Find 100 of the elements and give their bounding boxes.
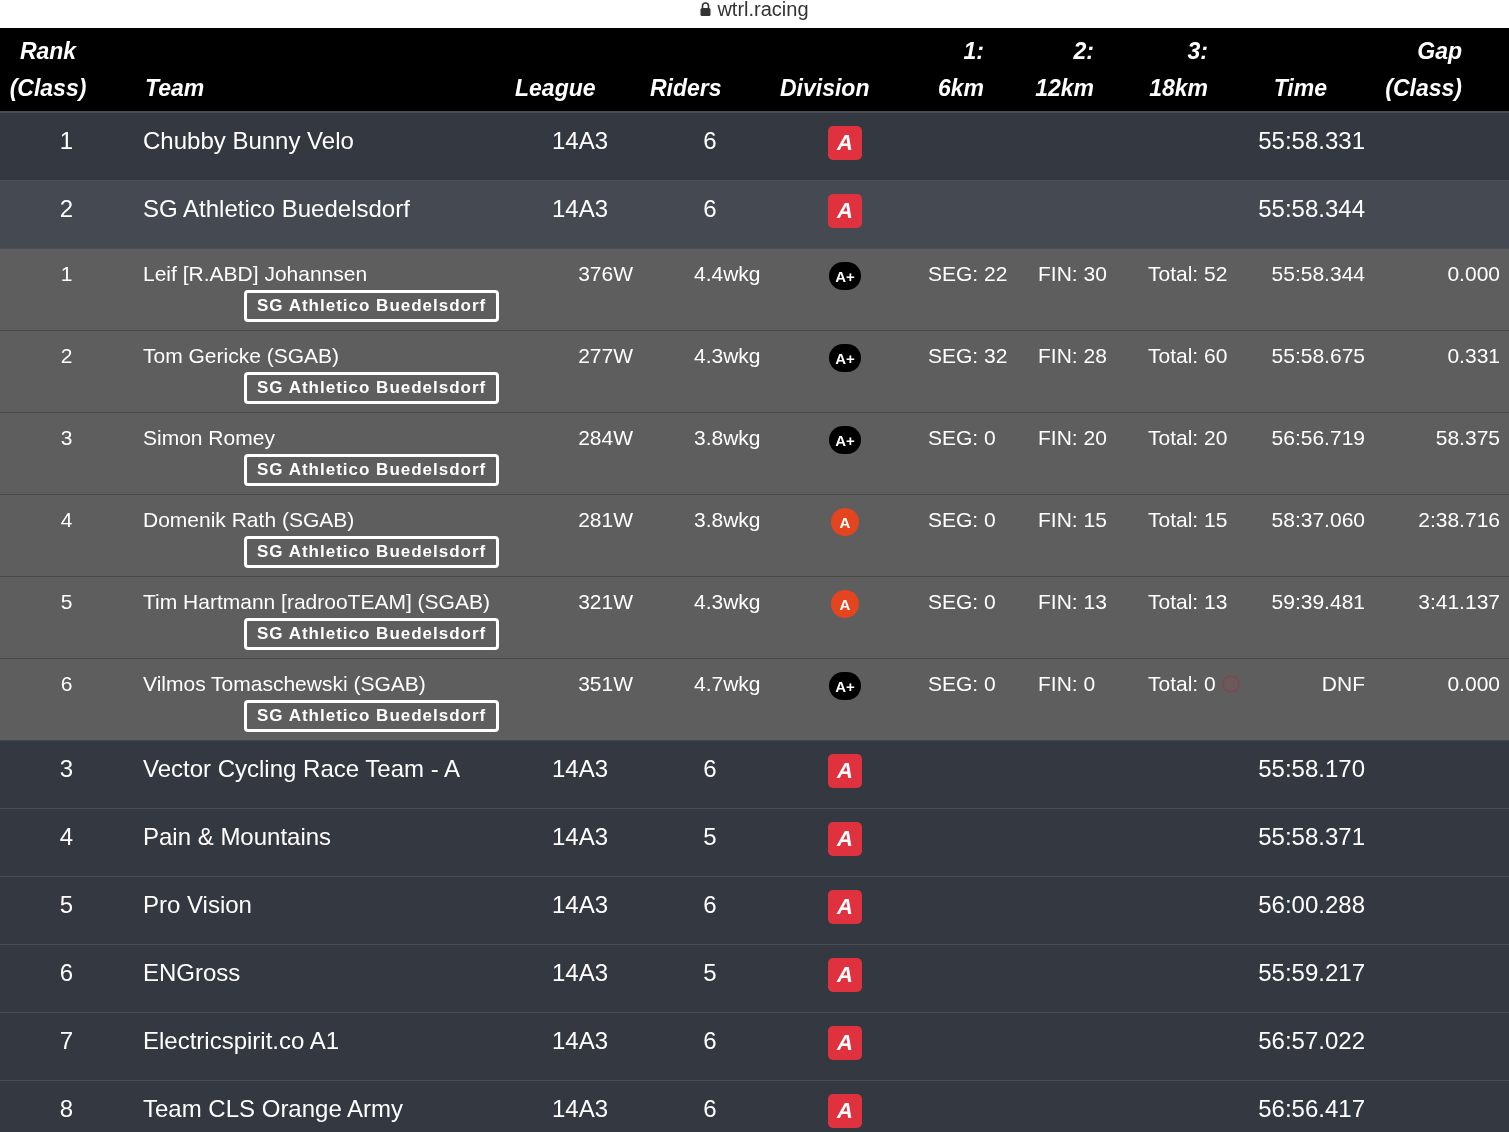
total-points: Total: 52 xyxy=(1148,262,1228,286)
time-cell-text: DNF xyxy=(1320,672,1366,696)
wkg-cell-text: 3.8wkg xyxy=(693,508,762,532)
time-cell-text: 55:58.371 xyxy=(1257,823,1366,851)
power-cell-text: 321W xyxy=(577,590,634,614)
division-badge: A xyxy=(828,754,862,788)
rank-cell-text: 4 xyxy=(59,508,74,532)
rank-cell-text: 7 xyxy=(58,1027,75,1055)
division-badge: A xyxy=(831,508,859,536)
gap-cell-text: 0.000 xyxy=(1446,672,1501,696)
power-cell-text: 277W xyxy=(577,344,634,368)
column-header[interactable]: 3: 18km xyxy=(1094,33,1208,111)
fin-points: FIN: 28 xyxy=(1038,344,1107,368)
wkg-cell-text: 4.3wkg xyxy=(693,344,762,368)
division-badge: A+ xyxy=(829,426,861,454)
fin-points: FIN: 30 xyxy=(1038,262,1107,286)
time-cell-text: 55:58.331 xyxy=(1257,127,1366,155)
riders-cell-text: 6 xyxy=(702,127,718,155)
riders-cell-text: 6 xyxy=(702,755,718,783)
column-header[interactable]: Gap (Class) xyxy=(1327,33,1462,111)
league-cell-text: 14A3 xyxy=(550,1027,610,1055)
gap-cell-text: 58.375 xyxy=(1434,426,1501,450)
wkg-cell-text: 4.3wkg xyxy=(693,590,762,614)
url-text[interactable]: wtrl.racing xyxy=(717,0,809,21)
column-header[interactable]: 1: 6km xyxy=(910,33,984,111)
rank-cell-text: 4 xyxy=(58,823,75,851)
team-tag: SG Athletico Buedelsdorf xyxy=(244,536,500,568)
time-cell-text: 58:37.060 xyxy=(1270,508,1366,532)
team-name[interactable]: ENGross xyxy=(133,959,510,987)
wkg-cell-text: 3.8wkg xyxy=(693,426,762,450)
division-badge: A xyxy=(831,590,859,618)
column-header[interactable]: Time xyxy=(1208,70,1327,111)
league-cell-text: 14A3 xyxy=(550,891,610,919)
team-tag: SG Athletico Buedelsdorf xyxy=(244,454,500,486)
gap-cell-text: 0.331 xyxy=(1446,344,1501,368)
column-header[interactable]: Team xyxy=(96,70,510,111)
rider-name[interactable]: Vilmos Tomaschewski (SGAB) xyxy=(143,672,426,696)
rider-name[interactable]: Tom Gericke (SGAB) xyxy=(143,344,340,368)
riders-cell-text: 6 xyxy=(702,891,718,919)
fin-points: FIN: 13 xyxy=(1038,590,1107,614)
team-tag: SG Athletico Buedelsdorf xyxy=(244,372,500,404)
division-badge: A xyxy=(828,194,862,228)
rank-cell-text: 6 xyxy=(58,959,75,987)
rank-cell-text: 5 xyxy=(59,590,74,614)
team-name[interactable]: Team CLS Orange Army xyxy=(133,1095,510,1123)
rider-name[interactable]: Leif [R.ABD] Johannsen xyxy=(143,262,368,286)
time-cell-text: 55:58.170 xyxy=(1257,755,1366,783)
total-points: Total: 0 xyxy=(1148,672,1216,696)
power-cell-text: 281W xyxy=(577,508,634,532)
riders-cell-text: 6 xyxy=(702,1027,718,1055)
total-points: Total: 13 xyxy=(1148,590,1228,614)
lock-icon xyxy=(700,2,712,16)
gap-cell-text: 0.000 xyxy=(1446,262,1501,286)
wkg-cell-text: 4.7wkg xyxy=(693,672,762,696)
column-header[interactable]: 2: 12km xyxy=(984,33,1094,111)
division-badge: A xyxy=(828,958,862,992)
total-points: Total: 15 xyxy=(1148,508,1228,532)
team-row[interactable]: 2 SG Athletico Buedelsdorf 14A3 6 A 55:58.344 xyxy=(0,181,1509,249)
rank-cell-text: 2 xyxy=(58,195,75,223)
column-header[interactable]: Rank (Class) xyxy=(0,33,96,111)
seg-points: SEG: 0 xyxy=(928,590,996,614)
rider-name[interactable]: Simon Romey xyxy=(143,426,275,450)
team-name[interactable]: Vector Cycling Race Team - A xyxy=(133,755,510,783)
division-badge: A xyxy=(828,822,862,856)
power-cell-text: 376W xyxy=(577,262,634,286)
column-header[interactable]: Division xyxy=(770,70,910,111)
fin-points: FIN: 15 xyxy=(1038,508,1107,532)
rider-name[interactable]: Tim Hartmann [radrooTEAM] (SGAB) xyxy=(143,590,490,614)
team-tag: SG Athletico Buedelsdorf xyxy=(244,618,500,650)
rank-cell-text: 8 xyxy=(58,1095,75,1123)
time-cell-text: 55:59.217 xyxy=(1257,959,1366,987)
rank-cell-text: 5 xyxy=(58,891,75,919)
power-cell-text: 351W xyxy=(577,672,634,696)
team-name[interactable]: Pain & Mountains xyxy=(133,823,510,851)
time-cell-text: 56:57.022 xyxy=(1257,1027,1366,1055)
team-name[interactable]: SG Athletico Buedelsdorf xyxy=(133,195,510,223)
league-cell-text: 14A3 xyxy=(550,755,610,783)
time-cell-text: 55:58.344 xyxy=(1257,195,1366,223)
division-badge: A+ xyxy=(829,262,861,290)
time-cell-text: 56:56.719 xyxy=(1270,426,1366,450)
gap-cell-text: 3:41.137 xyxy=(1417,590,1501,614)
time-cell-text: 56:56.417 xyxy=(1257,1095,1366,1123)
riders-cell-text: 5 xyxy=(702,959,718,987)
time-cell-text: 56:00.288 xyxy=(1257,891,1366,919)
team-name[interactable]: Pro Vision xyxy=(133,891,510,919)
column-header[interactable]: League xyxy=(510,70,640,111)
wkg-cell-text: 4.4wkg xyxy=(693,262,762,286)
division-badge: A xyxy=(828,1026,862,1060)
column-header[interactable]: Riders xyxy=(640,70,770,111)
league-cell-text: 14A3 xyxy=(550,1095,610,1123)
division-badge: A xyxy=(828,126,862,160)
league-cell-text: 14A3 xyxy=(550,959,610,987)
rank-cell-text: 6 xyxy=(59,672,74,696)
seg-points: SEG: 0 xyxy=(928,672,996,696)
team-name[interactable]: Chubby Bunny Velo xyxy=(133,127,510,155)
team-name[interactable]: Electricspirit.co A1 xyxy=(133,1027,510,1055)
division-badge: A+ xyxy=(829,672,861,700)
rank-cell-text: 1 xyxy=(58,127,75,155)
rider-name[interactable]: Domenik Rath (SGAB) xyxy=(143,508,355,532)
riders-cell-text: 5 xyxy=(702,823,718,851)
